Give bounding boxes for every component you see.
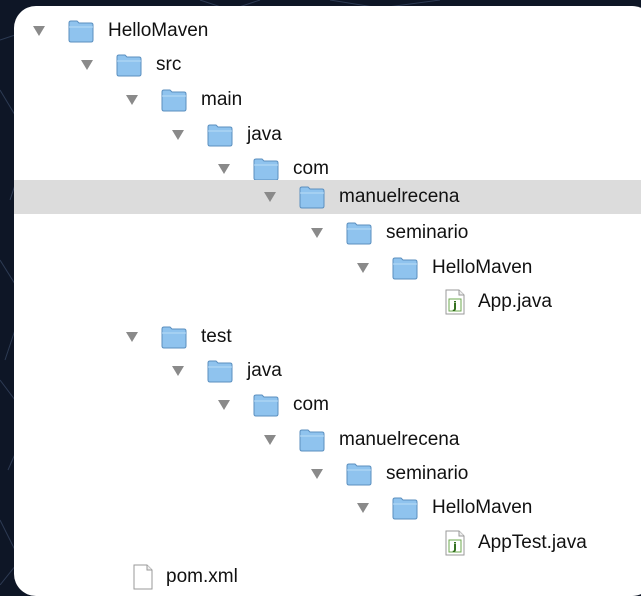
disclosure-triangle-icon[interactable] <box>80 58 94 72</box>
disclosure-triangle-icon[interactable] <box>125 330 139 344</box>
tree-row[interactable]: HelloMaven <box>14 14 641 48</box>
disclosure-triangle-icon[interactable] <box>217 162 231 176</box>
tree-item-label: HelloMaven <box>432 497 533 518</box>
disclosure-triangle-icon[interactable] <box>310 226 324 240</box>
tree-row[interactable]: test <box>14 320 641 354</box>
tree-item-label: java <box>247 124 282 145</box>
java-file-icon: j <box>440 289 470 315</box>
tree-item-label: manuelrecena <box>339 186 460 207</box>
tree-item-label: com <box>293 158 329 179</box>
tree-item-label: HelloMaven <box>432 257 533 278</box>
disclosure-triangle-icon[interactable] <box>32 24 46 38</box>
file-tree-panel: HelloMaven src main java com manuelrecen… <box>14 6 641 596</box>
folder-icon <box>390 255 420 281</box>
folder-icon <box>251 156 281 182</box>
tree-item-label: AppTest.java <box>478 532 587 553</box>
disclosure-triangle-icon[interactable] <box>171 128 185 142</box>
folder-icon <box>159 87 189 113</box>
disclosure-triangle-icon[interactable] <box>171 364 185 378</box>
tree-row[interactable]: seminario <box>14 457 641 491</box>
disclosure-triangle-icon[interactable] <box>217 398 231 412</box>
tree-item-label: main <box>201 89 243 110</box>
tree-item-label: test <box>201 326 232 347</box>
tree-row[interactable]: pom.xml <box>14 560 641 594</box>
tree-row[interactable]: HelloMaven <box>14 251 641 285</box>
svg-text:j: j <box>452 299 457 312</box>
tree-item-label: App.java <box>478 291 552 312</box>
folder-icon <box>205 358 235 384</box>
tree-item-label: java <box>247 360 282 381</box>
tree-row-selected[interactable]: manuelrecena <box>14 180 641 214</box>
tree-row[interactable]: j App.java <box>14 285 641 319</box>
disclosure-triangle-icon[interactable] <box>125 93 139 107</box>
disclosure-triangle-icon[interactable] <box>356 501 370 515</box>
tree-row[interactable]: com <box>14 388 641 422</box>
folder-icon <box>114 52 144 78</box>
tree-row[interactable]: main <box>14 83 641 117</box>
folder-icon <box>159 324 189 350</box>
disclosure-triangle-icon[interactable] <box>310 467 324 481</box>
folder-icon <box>66 18 96 44</box>
tree-item-label: seminario <box>386 222 469 243</box>
tree-item-label: src <box>156 54 182 75</box>
folder-icon <box>297 427 327 453</box>
tree-row[interactable]: java <box>14 354 641 388</box>
tree-row[interactable]: java <box>14 118 641 152</box>
folder-icon <box>390 495 420 521</box>
folder-icon <box>344 220 374 246</box>
tree-row[interactable]: seminario <box>14 216 641 250</box>
tree-item-label: HelloMaven <box>108 20 209 41</box>
tree-row[interactable]: src <box>14 48 641 82</box>
folder-icon <box>251 392 281 418</box>
disclosure-triangle-icon[interactable] <box>263 433 277 447</box>
tree-row[interactable]: HelloMaven <box>14 491 641 525</box>
disclosure-triangle-icon[interactable] <box>263 190 277 204</box>
tree-row[interactable]: j AppTest.java <box>14 526 641 560</box>
disclosure-triangle-icon[interactable] <box>356 261 370 275</box>
folder-icon <box>205 122 235 148</box>
tree-item-label: seminario <box>386 463 469 484</box>
folder-icon <box>344 461 374 487</box>
folder-icon <box>297 184 327 210</box>
tree-item-label: com <box>293 394 329 415</box>
tree-row[interactable]: manuelrecena <box>14 423 641 457</box>
svg-text:j: j <box>452 540 457 553</box>
document-icon <box>128 564 158 590</box>
java-file-icon: j <box>440 530 470 556</box>
tree-item-label: manuelrecena <box>339 429 460 450</box>
